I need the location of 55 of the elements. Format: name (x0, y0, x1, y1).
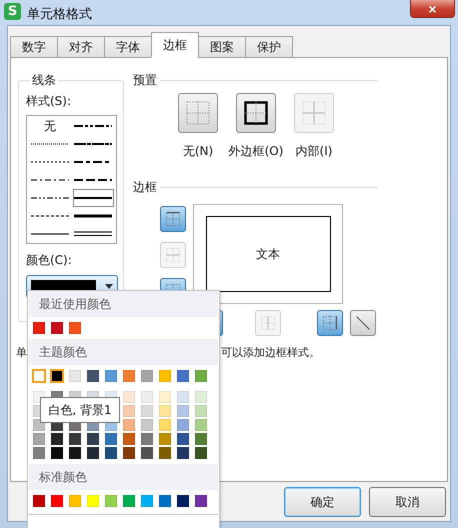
line-style-icon (30, 178, 69, 182)
tab[interactable]: 数字 (10, 36, 58, 58)
line-style-icon (30, 232, 69, 236)
tab[interactable]: 边框 (151, 32, 199, 58)
tooltip: 白色, 背景1 (40, 397, 120, 423)
line-style-option[interactable] (72, 189, 114, 207)
group-title: 线条 (31, 72, 57, 89)
preset-label: 外边框(O) (228, 143, 284, 160)
border-toggle-button[interactable] (317, 310, 343, 336)
app-logo: S (4, 3, 21, 20)
line-style-icon (30, 214, 69, 218)
border-icon (166, 212, 180, 226)
line-style-icon (30, 160, 69, 164)
tab[interactable]: 保护 (245, 36, 293, 58)
border-icon (261, 316, 275, 330)
menu-section-header: 标准颜色 (29, 464, 218, 490)
preview-text: 文本 (206, 216, 330, 292)
style-label: 样式(S): (26, 93, 72, 110)
border-toggle-button[interactable] (160, 206, 186, 232)
outline-border-icon (244, 101, 268, 125)
line-style-icon (30, 142, 69, 146)
preset-button[interactable] (236, 93, 276, 133)
line-style-icon (74, 214, 112, 218)
line-style-icon (74, 178, 112, 182)
inside-border-icon (302, 101, 326, 125)
diagonal-border-icon (356, 316, 370, 330)
line-style-icon (74, 142, 112, 146)
close-button[interactable]: × (410, 0, 455, 18)
color-label: 颜色(C): (26, 252, 73, 269)
window-title: 单元格格式 (27, 6, 92, 23)
border-icon (166, 248, 180, 262)
line-style-icon (30, 196, 69, 200)
line-style-icon (74, 196, 112, 200)
cancel-button[interactable]: 取消 (369, 487, 446, 517)
line-style-option[interactable]: 无 (29, 117, 70, 135)
preset-label: 内部(I) (296, 143, 332, 160)
border-icon (323, 316, 337, 330)
color-swatch[interactable] (51, 370, 63, 382)
menu-section-header: 最近使用颜色 (29, 291, 218, 317)
line-style-icon (74, 124, 112, 128)
preset-label: 无(N) (182, 143, 214, 160)
hint-text: 单 (16, 345, 27, 360)
tab[interactable]: 图案 (198, 36, 246, 58)
border-preview[interactable]: 文本 (193, 204, 343, 304)
hint-text: 可以添加边框样式。 (221, 345, 320, 360)
menu-section-header: 主题颜色 (29, 339, 218, 365)
ok-button[interactable]: 确定 (284, 487, 361, 517)
tab[interactable]: 字体 (104, 36, 152, 58)
no-border-icon (186, 101, 210, 125)
section-title: 预置 (133, 72, 157, 89)
border-toggle-button[interactable] (350, 310, 376, 336)
color-swatch[interactable] (33, 370, 45, 382)
tab[interactable]: 对齐 (57, 36, 105, 58)
section-title: 边框 (133, 179, 157, 196)
line-style-icon (74, 231, 112, 237)
